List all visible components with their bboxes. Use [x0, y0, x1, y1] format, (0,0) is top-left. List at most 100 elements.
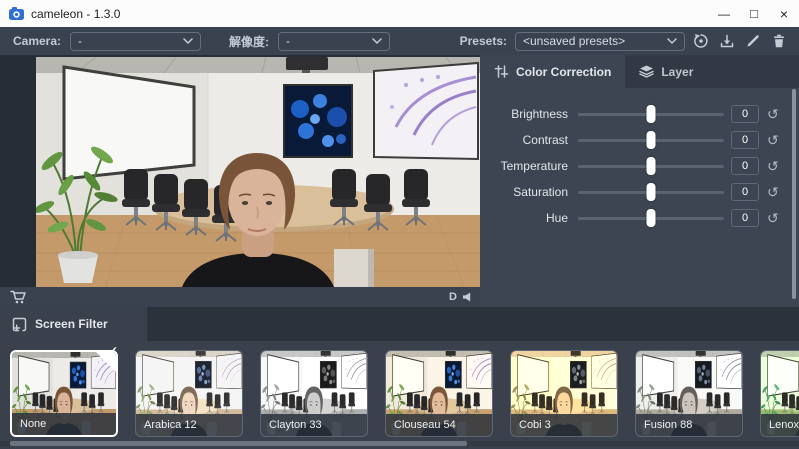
toolbar-right-group: Presets: <unsaved presets>	[460, 31, 789, 51]
slider-row-hue: Hue 0 ↺	[480, 205, 799, 231]
filter-slot: Clouseau 54	[385, 350, 493, 437]
chevron-down-icon	[183, 38, 193, 44]
filter-card-list: None ✓ Arabica 12 Clayton 33 Clouseau 54…	[10, 344, 799, 437]
slider-track[interactable]	[578, 183, 724, 201]
filter-slot: Cobi 3	[510, 350, 618, 437]
filter-card-clayton-33[interactable]: Clayton 33	[260, 350, 368, 437]
window-controls: — □ ×	[709, 0, 799, 27]
store-button[interactable]	[8, 287, 28, 307]
resolution-select[interactable]: -	[278, 31, 391, 51]
tab-screen-filter-label: Screen Filter	[35, 317, 108, 331]
output-d-icon: D	[449, 290, 457, 303]
edit-preset-button[interactable]	[743, 31, 763, 51]
slider-value-input[interactable]: 0	[731, 105, 759, 123]
filter-slot: Lenox 34	[760, 350, 799, 437]
reset-icon[interactable]: ↺	[767, 159, 779, 173]
right-panel: Color Correction Layer Brightness 0 ↺ Co…	[480, 55, 799, 307]
filter-label: Clouseau 54	[386, 414, 492, 436]
speaker-icon[interactable]	[462, 292, 472, 302]
horizontal-scrollbar-thumb[interactable]	[10, 441, 467, 446]
slider-row-saturation: Saturation 0 ↺	[480, 179, 799, 205]
slider-handle[interactable]	[646, 157, 656, 175]
resolution-label: 解像度:	[229, 34, 270, 49]
preview-statusbar: D	[0, 287, 480, 307]
save-icon	[720, 34, 734, 48]
filter-strip: None ✓ Arabica 12 Clayton 33 Clouseau 54…	[0, 341, 799, 449]
restore-preset-button[interactable]	[691, 31, 711, 51]
minimize-button[interactable]: —	[709, 0, 739, 27]
camera-select[interactable]: -	[70, 31, 202, 51]
slider-row-contrast: Contrast 0 ↺	[480, 127, 799, 153]
filter-slot: Clayton 33	[260, 350, 368, 437]
tab-layer[interactable]: Layer	[625, 55, 707, 88]
filter-label: Arabica 12	[136, 414, 242, 436]
resolution-select-value: -	[286, 34, 291, 48]
tab-color-correction[interactable]: Color Correction	[480, 55, 626, 88]
trash-icon	[774, 34, 784, 48]
filter-card-cobi-3[interactable]: Cobi 3	[510, 350, 618, 437]
slider-track[interactable]	[578, 105, 724, 123]
slider-label: Hue	[545, 211, 568, 225]
slider-value-input[interactable]: 0	[731, 157, 759, 175]
slider-track[interactable]	[578, 131, 724, 149]
panel-tabs: Color Correction Layer	[480, 55, 799, 88]
vertical-scrollbar[interactable]	[792, 89, 796, 299]
presets-label: Presets:	[459, 34, 507, 48]
reset-icon[interactable]: ↺	[767, 133, 779, 147]
filter-card-lenox-34[interactable]: Lenox 34	[760, 350, 799, 437]
history-icon	[694, 34, 708, 48]
presets-select-value: <unsaved presets>	[523, 34, 626, 48]
maximize-button[interactable]: □	[739, 0, 769, 27]
add-filter-icon	[12, 317, 27, 331]
filter-card-none[interactable]: None	[10, 350, 118, 437]
chevron-down-icon	[372, 38, 382, 44]
filter-label: Clayton 33	[261, 414, 367, 436]
slider-value-input[interactable]: 0	[731, 209, 759, 227]
toolbar-left-group: Camera: - 解像度: -	[13, 31, 391, 51]
slider-track[interactable]	[578, 157, 724, 175]
slider-handle[interactable]	[646, 183, 656, 201]
camera-select-value: -	[78, 34, 83, 48]
filter-label: Lenox 34	[761, 414, 799, 436]
selected-check-icon: ✓	[107, 344, 118, 358]
filter-tab-band: Screen Filter	[0, 307, 799, 341]
slider-row-brightness: Brightness 0 ↺	[480, 101, 799, 127]
reset-icon[interactable]: ↺	[767, 107, 779, 121]
slider-value-input[interactable]: 0	[731, 131, 759, 149]
close-button[interactable]: ×	[769, 0, 799, 27]
sliders-icon	[494, 65, 509, 78]
filter-card-clouseau-54[interactable]: Clouseau 54	[385, 350, 493, 437]
app-icon	[9, 7, 24, 20]
filter-slot: Arabica 12	[135, 350, 243, 437]
preview-status-right: D	[449, 290, 472, 303]
slider-track[interactable]	[578, 209, 724, 227]
presets-select[interactable]: <unsaved presets>	[515, 31, 685, 51]
camera-label: Camera:	[13, 34, 62, 48]
camera-preview	[36, 57, 480, 287]
filter-label: None	[12, 413, 116, 435]
pencil-icon	[747, 35, 759, 47]
slider-label: Contrast	[522, 133, 568, 147]
layers-icon	[639, 65, 655, 78]
filter-card-fusion-88[interactable]: Fusion 88	[635, 350, 743, 437]
save-preset-button[interactable]	[717, 31, 737, 51]
slider-handle[interactable]	[646, 131, 656, 149]
slider-handle[interactable]	[646, 105, 656, 123]
slider-label: Saturation	[513, 185, 568, 199]
reset-icon[interactable]: ↺	[767, 211, 779, 225]
preview-pane: D	[0, 55, 480, 307]
filter-card-arabica-12[interactable]: Arabica 12	[135, 350, 243, 437]
slider-row-temperature: Temperature 0 ↺	[480, 153, 799, 179]
filter-label: Cobi 3	[511, 414, 617, 436]
filter-slot: None ✓	[10, 344, 118, 437]
delete-preset-button[interactable]	[769, 31, 789, 51]
horizontal-scrollbar[interactable]	[0, 441, 799, 446]
main-area: D Color Correction Layer Brightness 0 ↺ …	[0, 55, 799, 307]
chevron-down-icon	[667, 38, 677, 44]
tab-screen-filter[interactable]: Screen Filter	[0, 307, 147, 341]
tab-color-correction-label: Color Correction	[516, 64, 612, 79]
slider-value-input[interactable]: 0	[731, 183, 759, 201]
slider-handle[interactable]	[646, 209, 656, 227]
cart-icon	[9, 290, 26, 304]
reset-icon[interactable]: ↺	[767, 185, 779, 199]
